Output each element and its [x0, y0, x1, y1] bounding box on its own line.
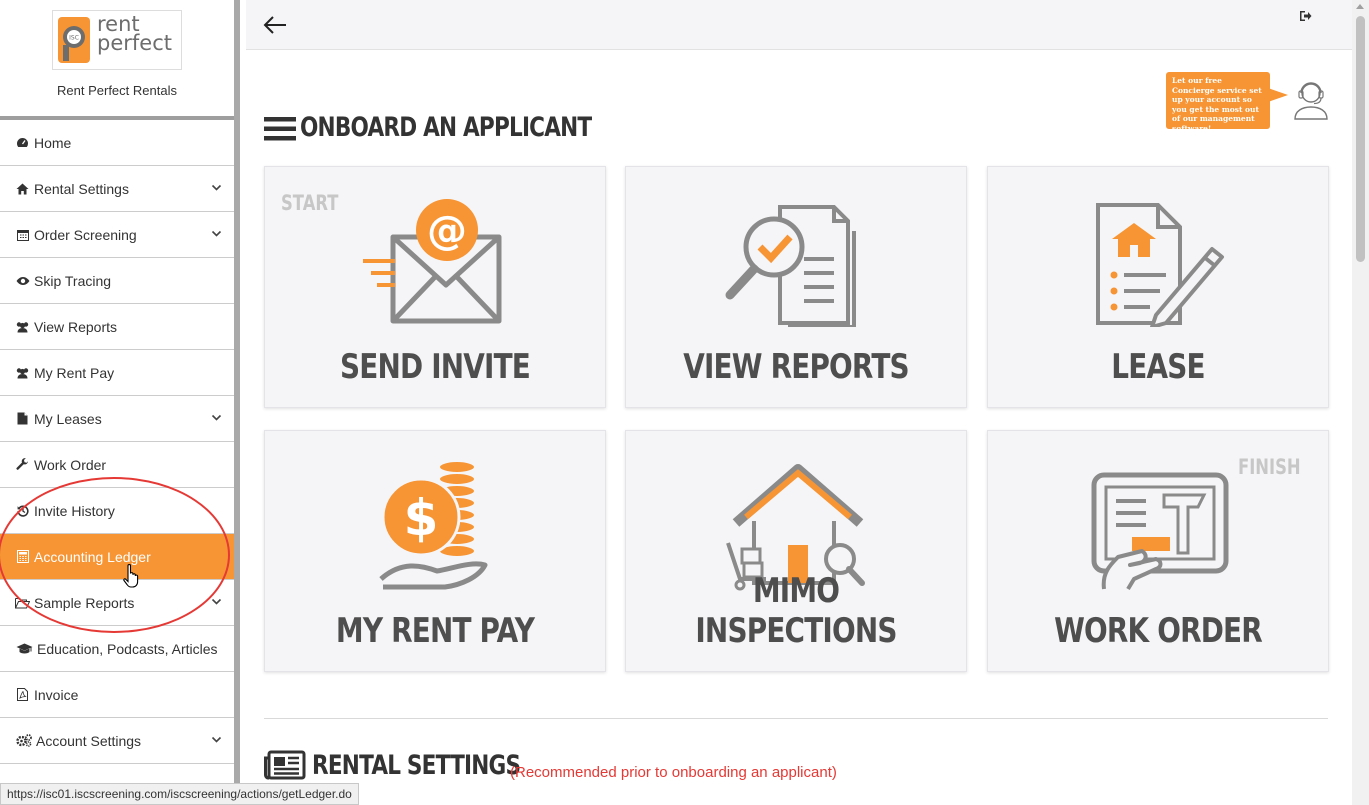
- sidebar-item-skip-tracing[interactable]: Skip Tracing: [0, 258, 234, 304]
- history-icon: [15, 504, 30, 518]
- sidebar-item-sample-reports[interactable]: Sample Reports: [0, 580, 234, 626]
- logout-icon[interactable]: [1299, 10, 1312, 22]
- calendar-icon: [15, 228, 30, 242]
- sidebar-item-my-rent-pay[interactable]: My Rent Pay: [0, 350, 234, 396]
- calculator-icon: [15, 550, 30, 564]
- top-bar: [246, 0, 1352, 50]
- users-icon: [15, 366, 30, 380]
- scroll-thumb[interactable]: [1356, 16, 1365, 262]
- sidebar-item-label: Work Order: [34, 456, 107, 473]
- dashboard-icon: [15, 136, 30, 150]
- card-label: SEND INVITE: [339, 347, 531, 387]
- card-label: MY RENT PAY: [335, 611, 535, 651]
- eye-icon: [15, 274, 30, 288]
- sidebar-item-view-reports[interactable]: View Reports: [0, 304, 234, 350]
- sidebar-item-education[interactable]: Education, Podcasts, Articles: [0, 626, 234, 672]
- card-send-invite[interactable]: START @ SEND INVITE: [264, 166, 606, 408]
- card-view-reports[interactable]: VIEW REPORTS: [625, 166, 967, 408]
- pdf-file-icon: [15, 688, 30, 702]
- page-scrollbar[interactable]: [1352, 0, 1369, 805]
- brand-name: Rent Perfect Rentals: [57, 83, 177, 98]
- finish-tag: FINISH: [1238, 455, 1301, 479]
- card-label: WORK ORDER: [1054, 611, 1263, 651]
- sidebar-item-accounting-ledger[interactable]: Accounting Ledger: [0, 534, 234, 580]
- report-magnifier-icon: [725, 205, 856, 327]
- sidebar-item-label: View Reports: [34, 318, 118, 335]
- folder-open-icon: [15, 596, 30, 610]
- sidebar-item-my-leases[interactable]: My Leases: [0, 396, 234, 442]
- chevron-down-icon: [211, 598, 222, 605]
- sidebar-item-label: Education, Podcasts, Articles: [37, 640, 218, 657]
- sidebar-item-label: Sample Reports: [34, 594, 135, 611]
- chevron-down-icon: [211, 184, 222, 191]
- brand-header: ISC rent perfect Rent Perfect Rentals: [0, 0, 234, 120]
- status-bar-url: https://isc01.iscscreening.com/iscscreen…: [0, 783, 359, 805]
- sidebar-item-work-order[interactable]: Work Order: [0, 442, 234, 488]
- sidebar-item-label: Rental Settings: [34, 180, 129, 197]
- section-title-rental-settings: RENTAL SETTINGS: [312, 750, 521, 781]
- concierge-text: Let our free Concierge service set up yo…: [1172, 76, 1262, 133]
- sidebar-item-home[interactable]: Home: [0, 120, 234, 166]
- hand-cursor-icon: [123, 563, 139, 588]
- email-invite-icon: @: [363, 199, 502, 324]
- graduation-cap-icon: [15, 642, 33, 656]
- sidebar-item-order-screening[interactable]: Order Screening: [0, 212, 234, 258]
- work-order-tablet-icon: [1091, 472, 1229, 591]
- users-icon: [15, 320, 30, 334]
- sidebar-item-label: Invite History: [34, 502, 115, 519]
- logo-text: rent perfect: [97, 14, 172, 55]
- sidebar-item-label: Order Screening: [34, 226, 137, 243]
- card-my-rent-pay[interactable]: $ MY RENT PAY: [264, 430, 606, 672]
- sidebar-item-rental-settings[interactable]: Rental Settings: [0, 166, 234, 212]
- section-divider: [264, 718, 1328, 719]
- sidebar-item-label: Skip Tracing: [34, 272, 112, 289]
- chevron-down-icon: [211, 736, 222, 743]
- rent-payment-icon: $: [379, 461, 488, 590]
- svg-text:ISC: ISC: [69, 35, 79, 42]
- wrench-icon: [15, 458, 30, 472]
- logo-text-line2: perfect: [97, 31, 172, 55]
- sidebar-item-invoice[interactable]: Invoice: [0, 672, 234, 718]
- sidebar-item-label: My Leases: [34, 410, 102, 427]
- sidebar-item-label: Home: [34, 134, 72, 151]
- file-icon: [15, 412, 30, 426]
- sidebar-nav: Home Rental Settings Order Screening Ski…: [0, 120, 234, 764]
- logo-badge-icon: ISC: [58, 17, 90, 63]
- card-label: LEASE: [1111, 347, 1205, 387]
- chevron-down-icon: [211, 230, 222, 237]
- start-tag: START: [281, 191, 339, 215]
- card-label: VIEW REPORTS: [683, 347, 909, 387]
- sidebar-item-account-settings[interactable]: Account Settings: [0, 718, 234, 764]
- concierge-callout[interactable]: Let our free Concierge service set up yo…: [1166, 72, 1288, 133]
- sidebar: ISC rent perfect Rent Perfect Rentals Ho…: [0, 0, 240, 805]
- menu-list-icon: [264, 117, 296, 141]
- sidebar-item-label: Account Settings: [36, 732, 142, 749]
- sidebar-item-invite-history[interactable]: Invite History: [0, 488, 234, 534]
- svg-text:@: @: [427, 208, 467, 254]
- newspaper-icon: [264, 750, 306, 780]
- rental-settings-note: (Recommended prior to onboarding an appl…: [510, 764, 837, 781]
- gears-icon: [15, 734, 32, 748]
- card-lease[interactable]: LEASE: [987, 166, 1329, 408]
- support-agent-icon[interactable]: [1292, 78, 1330, 120]
- home-icon: [15, 182, 30, 196]
- svg-text:$: $: [404, 489, 439, 547]
- sidebar-item-label: Invoice: [34, 686, 79, 703]
- scroll-up-arrow-icon[interactable]: [1356, 4, 1364, 9]
- card-work-order[interactable]: FINISH WORK ORDER: [987, 430, 1329, 672]
- chevron-down-icon: [211, 414, 222, 421]
- logo[interactable]: ISC rent perfect: [52, 10, 182, 70]
- lease-document-icon: [1096, 203, 1224, 327]
- section-title-onboard: ONBOARD AN APPLICANT: [300, 112, 592, 143]
- back-arrow-icon[interactable]: [262, 14, 288, 36]
- sidebar-item-label: My Rent Pay: [34, 364, 115, 381]
- card-mimo-inspections[interactable]: MIMO INSPECTIONS: [625, 430, 967, 672]
- card-label: MIMO INSPECTIONS: [695, 571, 897, 651]
